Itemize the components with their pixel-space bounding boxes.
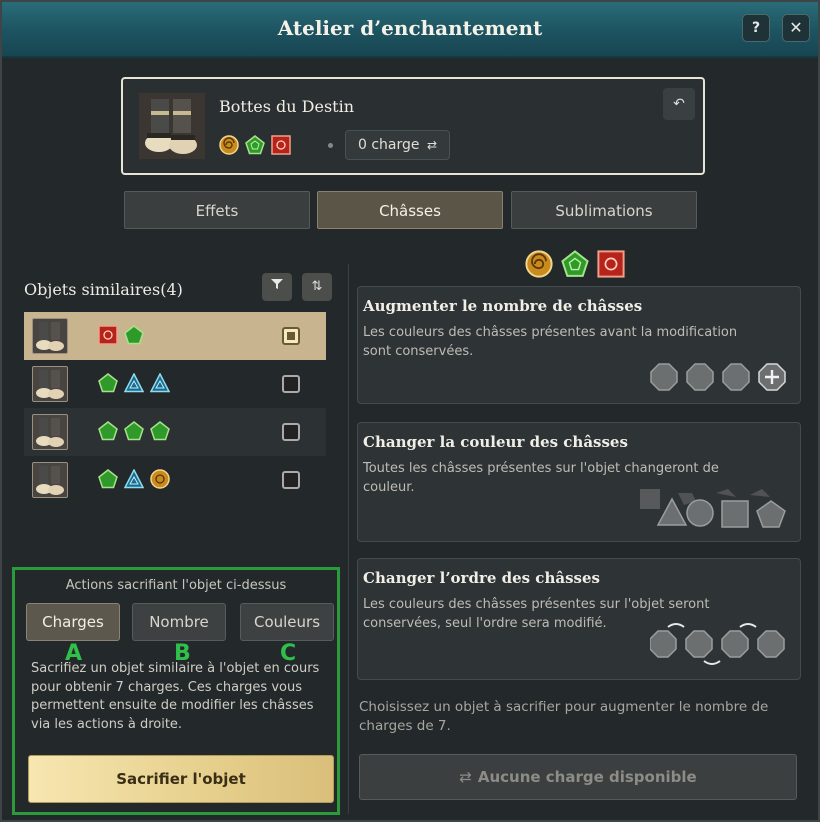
socket-options-panel: Augmenter le nombre de châsses Les coule… [348, 250, 808, 814]
option-title: Augmenter le nombre de châsses [363, 297, 643, 315]
option-icons [650, 363, 786, 391]
green-pentagon-icon [561, 250, 589, 277]
orange-spiral-icon [525, 250, 553, 278]
no-charge-button[interactable]: ⇄ Aucune charge disponible [359, 754, 797, 800]
blue-triangle-icon [124, 373, 144, 393]
sacrifice-title: Actions sacrifiant l'objet ci-dessus [65, 578, 287, 593]
row-sockets [98, 373, 170, 393]
help-button[interactable]: ? [742, 14, 770, 42]
green-pentagon-icon [98, 469, 118, 489]
charge-label: 0 charge [358, 137, 420, 153]
item-sockets [219, 135, 291, 155]
tab-sublimations[interactable]: Sublimations [511, 191, 697, 229]
row-sockets [98, 325, 144, 345]
option-add-sockets[interactable]: Augmenter le nombre de châsses Les coule… [357, 286, 801, 404]
boots-icon [32, 462, 68, 498]
undo-icon[interactable]: ↶ [663, 88, 695, 120]
list-item[interactable] [24, 408, 326, 456]
charge-counter: 0 charge ⇄ [345, 130, 451, 160]
current-sockets [525, 250, 625, 278]
shuffle-icon: ⇄ [459, 768, 472, 786]
title-bar: Atelier d’enchantement ? ✕ [2, 2, 818, 58]
footer-note: Choisissez un objet à sacrifier pour aug… [359, 699, 769, 734]
select-checkbox[interactable] [282, 327, 300, 345]
select-checkbox[interactable] [282, 375, 300, 393]
option-title: Changer la couleur des châsses [363, 433, 628, 451]
blue-triangle-icon [124, 469, 144, 489]
reorder-sockets-icon [650, 623, 785, 665]
couleurs-button[interactable]: Couleurs [240, 603, 334, 641]
list-item[interactable] [24, 312, 326, 360]
charges-button[interactable]: Charges [26, 603, 120, 641]
nombre-button[interactable]: Nombre [132, 603, 226, 641]
blue-triangle-icon [150, 373, 170, 393]
no-charge-label: Aucune charge disponible [477, 768, 697, 786]
list-item[interactable] [24, 456, 326, 504]
option-description: Les couleurs des châsses présentes avant… [363, 325, 738, 359]
color-shapes-icon [640, 489, 786, 528]
filter-icon[interactable] [262, 273, 292, 301]
sacrifice-button[interactable]: Sacrifier l'objet [28, 755, 334, 803]
green-pentagon-icon [124, 325, 144, 345]
tab-chasses[interactable]: Châsses [317, 191, 503, 229]
item-name: Bottes du Destin [219, 97, 355, 116]
separator-dot [328, 143, 333, 148]
select-checkbox[interactable] [282, 423, 300, 441]
orange-spiral-icon [150, 469, 170, 489]
option-change-order[interactable]: Changer l’ordre des châsses Les couleurs… [357, 558, 801, 680]
boots-icon [32, 366, 68, 402]
enchant-window: Atelier d’enchantement ? ✕ Bottes du Des… [0, 0, 820, 822]
row-sockets [98, 469, 170, 489]
sacrifice-description: Sacrifiez un objet similaire à l'objet e… [31, 661, 320, 732]
sort-icon[interactable]: ⇅ [302, 273, 332, 301]
green-pentagon-icon [245, 135, 265, 155]
grey-socket-icon [722, 363, 750, 391]
boots-icon [32, 414, 68, 450]
boots-icon [32, 318, 68, 354]
select-checkbox[interactable] [282, 471, 300, 489]
green-pentagon-icon [98, 421, 118, 441]
option-icons [650, 621, 786, 667]
option-title: Changer l’ordre des châsses [363, 569, 600, 587]
grey-socket-icon [650, 363, 678, 391]
option-change-color[interactable]: Changer la couleur des châsses Toutes le… [357, 422, 801, 542]
option-icons [640, 489, 786, 529]
red-square-icon [597, 250, 625, 278]
sacrifice-actions-box: Actions sacrifiant l'objet ci-dessus Cha… [12, 567, 340, 815]
green-pentagon-icon [150, 421, 170, 441]
orange-spiral-icon [219, 135, 239, 155]
red-square-icon [271, 135, 291, 155]
row-sockets [98, 421, 170, 441]
green-pentagon-icon [98, 373, 118, 393]
list-item[interactable] [24, 360, 326, 408]
window-title: Atelier d’enchantement [277, 16, 543, 40]
item-card: Bottes du Destin 0 charge ⇄ ↶ [121, 77, 705, 175]
tab-effets[interactable]: Effets [124, 191, 310, 229]
red-square-icon [98, 325, 118, 345]
close-button[interactable]: ✕ [782, 14, 810, 42]
add-socket-icon [758, 363, 786, 391]
grey-socket-icon [686, 363, 714, 391]
similar-items-title: Objets similaires(4) [24, 280, 183, 299]
green-pentagon-icon [124, 421, 144, 441]
boots-icon [139, 93, 205, 159]
shuffle-icon: ⇄ [426, 138, 438, 152]
